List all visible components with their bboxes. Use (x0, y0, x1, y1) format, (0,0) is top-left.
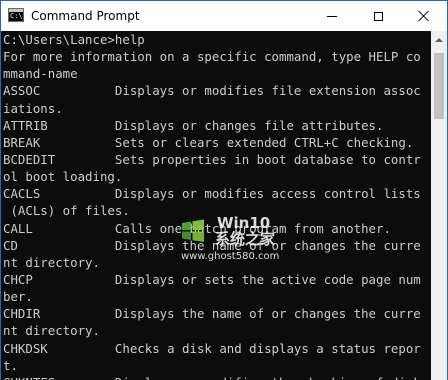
console-line: BREAK Sets or clears extended CTRL+C che… (3, 134, 414, 150)
console-line: CALL Calls one batch program from anothe… (3, 220, 391, 236)
console-line: CHKNTFS Displays or modifies the checkin… (3, 374, 431, 380)
console-output[interactable]: C:\Users\Lance>help For more information … (1, 31, 431, 380)
command-prompt-window: C:\ Command Prompt C:\Users\Lance>help Fo… (0, 0, 448, 380)
maximize-button[interactable] (355, 1, 401, 31)
console-line: nt directory. (3, 323, 100, 339)
console-line: ber. (3, 289, 33, 305)
console-line: ASSOC Displays or modifies file extensio… (3, 83, 421, 99)
vertical-scrollbar[interactable] (431, 31, 447, 380)
scroll-up-arrow-icon (435, 37, 443, 42)
console-line: CHDIR Displays the name of or changes th… (3, 306, 421, 322)
title-bar[interactable]: C:\ Command Prompt (1, 1, 447, 31)
cmd-icon[interactable]: C:\ (8, 8, 24, 22)
console-line: BCDEDIT Sets properties in boot database… (3, 151, 421, 167)
console-line: ol boot loading. (3, 169, 123, 185)
close-icon (418, 10, 430, 22)
console-line: ATTRIB Displays or changes file attribut… (3, 117, 384, 133)
console-line: For more information on a specific comma… (3, 49, 421, 65)
console-line: iations. (3, 100, 63, 116)
console-line: C:\Users\Lance>help (3, 32, 145, 47)
console-line: t. (3, 357, 18, 373)
scroll-up-button[interactable] (431, 31, 447, 48)
minimize-icon (327, 15, 337, 17)
console-line: (ACLs) of files. (3, 203, 130, 219)
console-line: CHKDSK Checks a disk and displays a stat… (3, 340, 421, 356)
maximize-icon (373, 11, 383, 21)
console-line: CD Displays the name of or changes the c… (3, 237, 421, 253)
close-button[interactable] (401, 1, 447, 31)
scrollbar-thumb[interactable] (434, 53, 444, 119)
window-title: Command Prompt (31, 9, 140, 23)
minimize-button[interactable] (309, 1, 355, 31)
cmd-icon-glyph: C:\ (10, 12, 23, 20)
console-line: nt directory. (3, 254, 100, 270)
console-line: mmand-name (3, 66, 78, 82)
console-line: CACLS Displays or modifies access contro… (3, 186, 421, 202)
console-line: CHCP Displays or sets the active code pa… (3, 271, 421, 287)
